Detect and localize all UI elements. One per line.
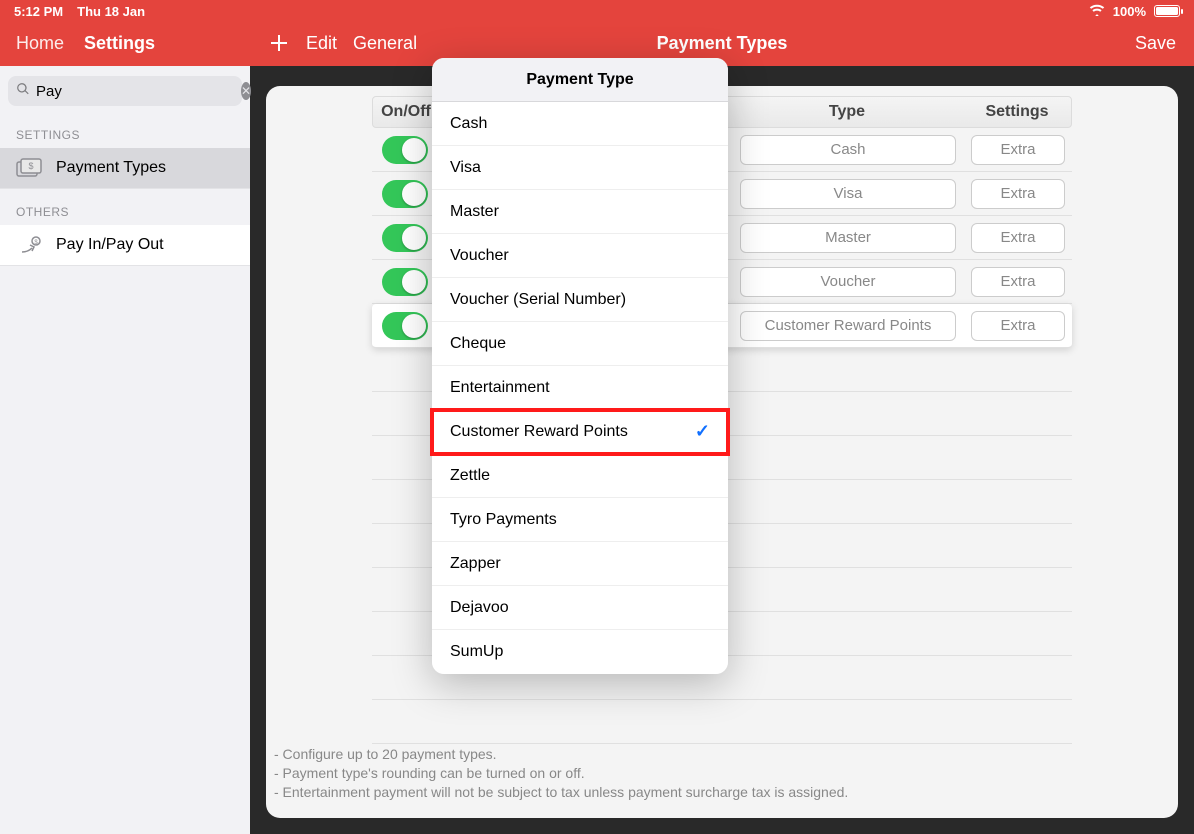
section-others-label: OTHERS — [0, 189, 250, 225]
footer-line: - Payment type's rounding can be turned … — [274, 764, 1170, 783]
sidebar-item-label: Pay In/Pay Out — [56, 236, 164, 254]
status-bar: 5:12 PM Thu 18 Jan 100% — [0, 0, 1194, 22]
row-extra-button[interactable]: Extra — [971, 223, 1065, 253]
clear-icon[interactable]: ✕ — [241, 82, 251, 100]
sidebar: Home Settings ✕ SETTINGS $ Payment Types… — [0, 0, 250, 834]
popover-item[interactable]: Tyro Payments — [432, 498, 728, 542]
footer-notes: - Configure up to 20 payment types. - Pa… — [274, 745, 1170, 802]
popover-item[interactable]: Master — [432, 190, 728, 234]
payment-types-icon: $ — [16, 158, 42, 178]
home-nav[interactable]: Home — [16, 33, 64, 54]
row-extra-button[interactable]: Extra — [971, 135, 1065, 165]
col-onoff: On/Off — [373, 103, 439, 121]
popover-item[interactable]: Cheque — [432, 322, 728, 366]
row-type-button[interactable]: Visa — [740, 179, 956, 209]
checkmark-icon: ✓ — [695, 421, 710, 442]
general-button[interactable]: General — [353, 33, 417, 54]
search-field[interactable]: ✕ — [8, 76, 242, 106]
app-root: 5:12 PM Thu 18 Jan 100% Home Settings ✕ — [0, 0, 1194, 834]
row-extra-button[interactable]: Extra — [971, 179, 1065, 209]
search-icon — [16, 82, 30, 101]
svg-text:$: $ — [28, 161, 33, 171]
popover-item[interactable]: Dejavoo — [432, 586, 728, 630]
edit-button[interactable]: Edit — [306, 33, 337, 54]
settings-nav[interactable]: Settings — [84, 33, 155, 54]
row-toggle[interactable] — [382, 312, 428, 340]
row-type-button[interactable]: Customer Reward Points — [740, 311, 956, 341]
popover-item[interactable]: Cash — [432, 102, 728, 146]
battery-icon — [1154, 5, 1180, 17]
sidebar-item-pay-in-out[interactable]: $ Pay In/Pay Out — [0, 225, 250, 266]
row-toggle[interactable] — [382, 136, 428, 164]
popover-item-label: Cheque — [450, 335, 506, 353]
row-type-button[interactable]: Cash — [740, 135, 956, 165]
popover-list[interactable]: Cash Visa Master Voucher Voucher (Serial Num… — [432, 102, 728, 674]
section-settings-label: SETTINGS — [0, 112, 250, 148]
popover-item[interactable]: Voucher (Serial Number) — [432, 278, 728, 322]
row-type-button[interactable]: Voucher — [740, 267, 956, 297]
search-input[interactable] — [36, 83, 235, 100]
popover-item[interactable]: Voucher — [432, 234, 728, 278]
sidebar-item-label: Payment Types — [56, 159, 166, 177]
payment-type-popover: Payment Type Cash Visa Master Voucher Vouche… — [432, 58, 728, 674]
row-toggle[interactable] — [382, 224, 428, 252]
battery-text: 100% — [1113, 4, 1146, 19]
sidebar-item-payment-types[interactable]: $ Payment Types — [0, 148, 250, 189]
popover-item[interactable]: Customer Reward Points ✓ — [432, 410, 728, 454]
wifi-icon — [1089, 4, 1105, 19]
popover-item-label: Zettle — [450, 467, 490, 485]
popover-item[interactable]: Zettle — [432, 454, 728, 498]
popover-item[interactable]: Visa — [432, 146, 728, 190]
popover-item-label: Master — [450, 203, 499, 221]
popover-item-label: SumUp — [450, 643, 503, 661]
popover-item-label: Zapper — [450, 555, 501, 573]
popover-item[interactable]: Entertainment — [432, 366, 728, 410]
row-type-button[interactable]: Master — [740, 223, 956, 253]
status-time: 5:12 PM — [14, 4, 63, 19]
footer-line: - Entertainment payment will not be subj… — [274, 783, 1170, 802]
col-type: Type — [731, 103, 963, 121]
popover-item-label: Cash — [450, 115, 487, 133]
popover-item-label: Voucher — [450, 247, 509, 265]
pay-in-out-icon: $ — [16, 235, 42, 255]
popover-item[interactable]: SumUp — [432, 630, 728, 674]
popover-item[interactable]: Zapper — [432, 542, 728, 586]
col-settings: Settings — [963, 103, 1071, 121]
row-extra-button[interactable]: Extra — [971, 267, 1065, 297]
popover-item-label: Voucher (Serial Number) — [450, 291, 626, 309]
add-button[interactable] — [268, 32, 290, 54]
row-toggle[interactable] — [382, 268, 428, 296]
popover-item-label: Entertainment — [450, 379, 550, 397]
save-button[interactable]: Save — [1135, 33, 1176, 54]
status-date: Thu 18 Jan — [77, 4, 145, 19]
popover-item-label: Dejavoo — [450, 599, 509, 617]
empty-row — [372, 700, 1072, 744]
popover-item-label: Visa — [450, 159, 481, 177]
row-extra-button[interactable]: Extra — [971, 311, 1065, 341]
popover-title: Payment Type — [432, 58, 728, 102]
popover-item-label: Customer Reward Points — [450, 423, 628, 441]
popover-item-label: Tyro Payments — [450, 511, 557, 529]
footer-line: - Configure up to 20 payment types. — [274, 745, 1170, 764]
row-toggle[interactable] — [382, 180, 428, 208]
